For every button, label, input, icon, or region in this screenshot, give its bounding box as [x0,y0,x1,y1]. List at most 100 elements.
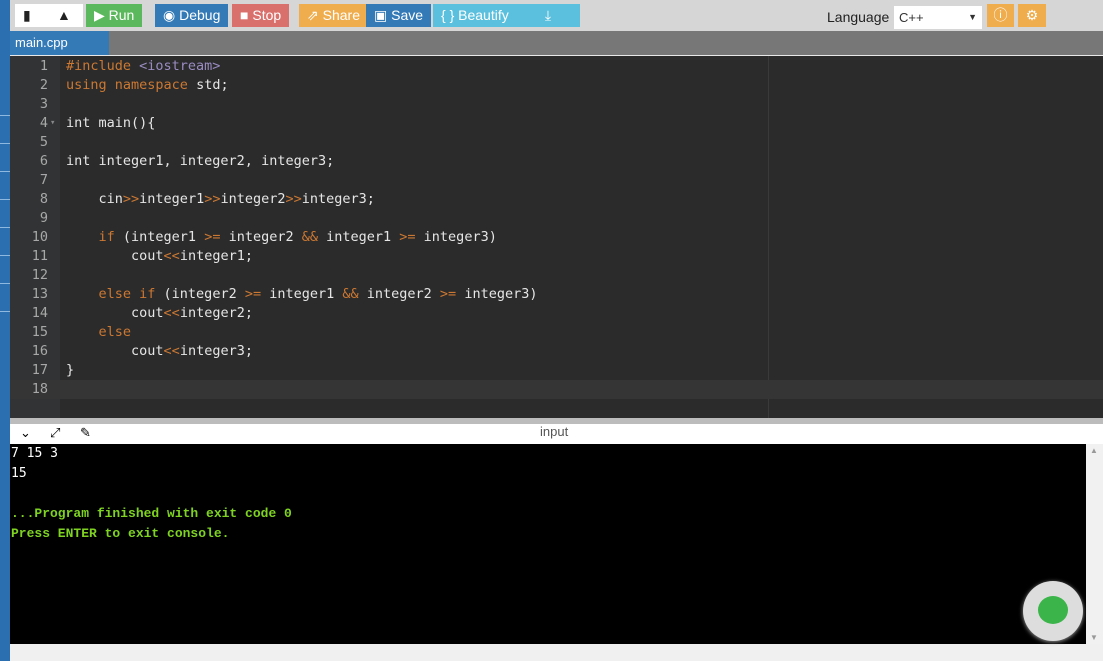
file-tabs: main.cpp [10,31,1103,55]
code-token: && [301,229,318,245]
code-token: && [342,286,359,302]
code-token: cout [66,343,164,359]
code-token: (integer2 [163,286,245,302]
beautify-button[interactable]: { } Beautify [433,4,517,27]
console-scrollbar[interactable]: ▲ ▼ [1086,444,1103,644]
code-token: <iostream> [139,58,221,74]
line-number: 7 [39,172,48,188]
chat-bubble-icon [1038,596,1068,624]
info-button[interactable]: ⓘ [987,4,1014,27]
console-title: input [540,424,569,439]
code-token: << [163,248,180,264]
line-number: 8 [39,191,48,207]
code-text: int integer1, integer2, integer3; [66,152,334,171]
upload-button[interactable]: ▲ [49,4,83,27]
code-line: 13 else if (integer2 >= integer1 && inte… [10,285,1103,304]
debug-button[interactable]: ◉ Debug [155,4,229,27]
code-token: integer3) [456,286,538,302]
line-number: 12 [31,267,48,283]
fold-icon[interactable]: ▾ [50,114,55,133]
code-line: 14 cout<<integer2; [10,304,1103,323]
code-line: 3 [10,95,1103,114]
upload-icon: ▲ [57,7,71,23]
code-token: << [163,343,180,359]
debug-icon: ◉ [163,7,180,23]
line-number: 17 [31,362,48,378]
code-token: integer3; [179,343,253,359]
line-number: 4 [39,115,48,131]
code-line: 15 else [10,323,1103,342]
code-line: 18 [10,380,1103,399]
code-text: cout<<integer1; [66,247,253,266]
stop-button[interactable]: ■ Stop [232,4,290,27]
code-token: int main(){ [66,115,156,131]
line-number: 9 [39,210,48,226]
line-number: 11 [31,248,48,264]
settings-button[interactable]: ⚙ [1018,4,1046,27]
code-token: cout [66,248,164,264]
code-token: int integer1, integer2, integer3; [66,153,335,169]
download-button[interactable]: ⤓ [516,4,580,27]
toolbar: ▮ ▲ ▶ Run ◉ Debug ■ Stop ⇗ Share ▣ Save … [10,0,1103,31]
share-icon: ⇗ [307,7,323,23]
language-label: Language [827,9,890,25]
code-token: >> [122,191,140,207]
code-line: 12 [10,266,1103,285]
code-token: (integer1 [122,229,205,245]
code-token: integer1 [139,191,205,207]
play-icon: ▶ [94,7,109,23]
console-line: 15 [11,466,27,481]
code-line: 6 int integer1, integer2, integer3; [10,152,1103,171]
stop-icon: ■ [240,7,253,23]
code-text: cout<<integer2; [66,304,253,323]
info-icon: ⓘ [993,7,1008,23]
expand-icon[interactable]: ⤢ [50,425,60,441]
console-output[interactable]: 7 15 3 15 ...Program finished with exit … [10,444,1086,644]
status-bar [10,644,1103,661]
code-text: cout<<integer3; [66,342,253,361]
clear-console-icon[interactable]: ✎ [80,425,91,441]
language-select[interactable]: C++ ▼ [894,6,982,29]
run-button[interactable]: ▶ Run [86,4,143,27]
new-file-button[interactable]: ▮ [15,4,49,27]
code-line: 10 if (integer1 >= integer2 && integer1 … [10,228,1103,247]
code-line: 17} [10,361,1103,380]
code-text: } [66,361,74,380]
code-token: integer1 [318,229,400,245]
code-line: 7 [10,171,1103,190]
code-token: >= [439,286,457,302]
code-token: integer3; [301,191,375,207]
code-editor[interactable]: 1 #include <iostream> 2 using namespace std… [10,56,1103,418]
code-line: 8 cin>>integer1>>integer2>>integer3; [10,190,1103,209]
share-button[interactable]: ⇗ Share [299,4,368,27]
line-number: 1 [39,58,48,74]
save-button[interactable]: ▣ Save [366,4,432,27]
tab-main-cpp[interactable]: main.cpp [10,31,109,55]
code-token: namespace [114,77,197,93]
code-token: >= [204,229,221,245]
code-token: >> [285,191,302,207]
code-token: integer2; [179,305,253,321]
save-icon: ▣ [374,7,392,23]
code-text: cin>>integer1>>integer2>>integer3; [66,190,375,209]
line-number: 14 [31,305,48,321]
code-token: integer3) [415,229,497,245]
download-icon: ⤓ [544,7,552,23]
code-line: 11 cout<<integer1; [10,247,1103,266]
file-icon: ▮ [23,7,31,23]
code-line: 2 using namespace std; [10,76,1103,95]
code-line: 1 #include <iostream> [10,57,1103,76]
line-number: 3 [39,96,48,112]
chat-button[interactable] [1023,581,1083,641]
code-token: using [66,77,115,93]
line-number: 10 [31,229,48,245]
code-token: std; [196,77,229,93]
code-token: #include [66,58,140,74]
code-line: 5 [10,133,1103,152]
code-token: >= [244,286,262,302]
collapse-icon[interactable]: ⌄ [20,425,31,441]
code-token: integer2 [220,229,302,245]
code-text: else [66,323,132,342]
